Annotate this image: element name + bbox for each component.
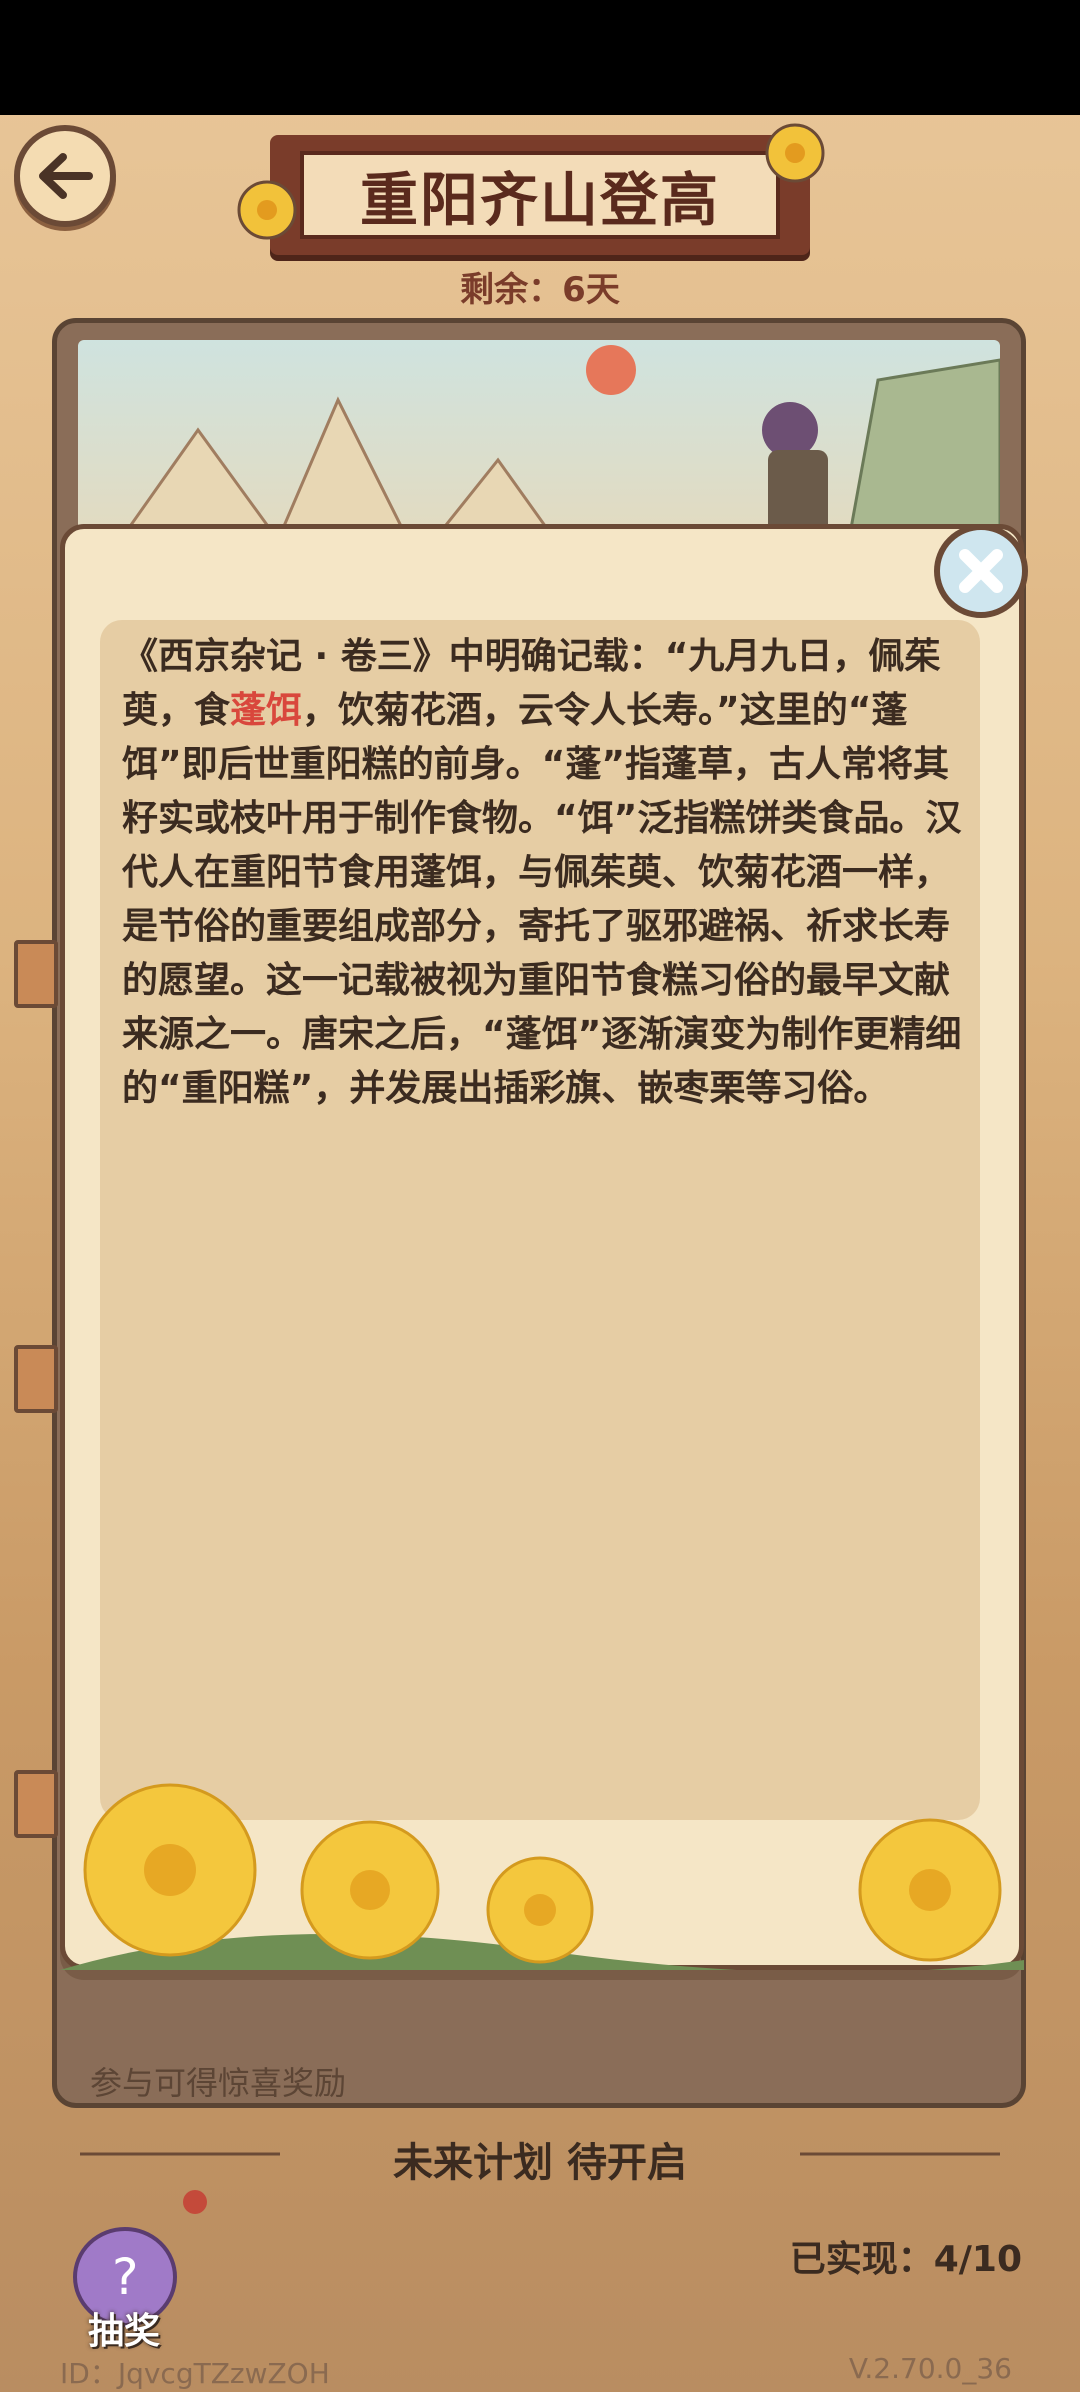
- remaining-days: 剩余：6天: [460, 270, 620, 310]
- close-icon: [959, 549, 1003, 593]
- back-button[interactable]: [14, 125, 116, 227]
- close-button[interactable]: [934, 524, 1028, 618]
- sign-inner: 重阳齐山登高: [300, 151, 780, 239]
- chrysanthemum-icon: [237, 180, 297, 240]
- chrysanthemum-decoration: [60, 1783, 1024, 1970]
- user-id: ID：JqvcgTZzwZOH: [60, 2357, 330, 2390]
- sun-icon: [586, 345, 636, 395]
- chrysanthemum-icon: [765, 123, 825, 183]
- side-tab: [14, 1345, 58, 1413]
- modal-content: 《西京杂记 · 卷三》中明确记载：“九月九日，佩茱萸，食蓬饵，饮菊花酒，云令人长…: [122, 630, 972, 1116]
- highlight-term: 蓬饵: [230, 690, 303, 731]
- reward-text: 参与可得惊喜奖励: [90, 2064, 347, 2102]
- future-plan-label: 未来计划 待开启: [393, 2140, 687, 2186]
- arrow-left-icon: [39, 153, 93, 199]
- side-tab: [14, 940, 58, 1008]
- content-text-after: ，饮菊花酒，云令人长寿。”这里的“蓬饵”即后世重阳糕的前身。“蓬”指蓬草，古人常…: [122, 690, 962, 1109]
- page-title: 重阳齐山登高: [359, 166, 720, 234]
- achieved-progress: 已实现：4/10: [789, 2239, 1022, 2280]
- title-sign: 重阳齐山登高: [270, 135, 810, 255]
- side-tab: [14, 1770, 58, 1838]
- svg-text:?: ?: [112, 2248, 139, 2306]
- lottery-label: 抽奖: [88, 2311, 161, 2352]
- app-version: V.2.70.0_36: [848, 2352, 1012, 2385]
- status-bar: [0, 0, 1080, 115]
